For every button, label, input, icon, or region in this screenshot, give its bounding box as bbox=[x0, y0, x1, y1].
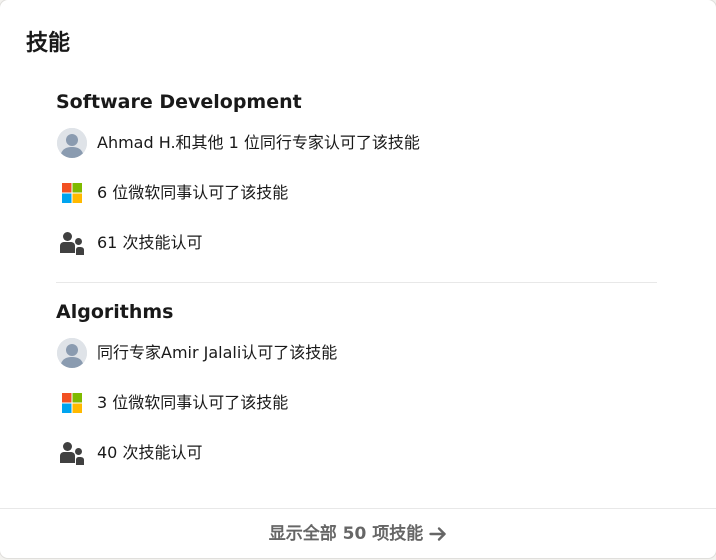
endorsement-text: 40 次技能认可 bbox=[97, 443, 203, 462]
skill-item: Algorithms 同行专家Amir Jalali认可了该技能 3 位微软同事… bbox=[56, 298, 657, 465]
people-icon bbox=[56, 437, 88, 469]
endorsement-peer-row[interactable]: Ahmad H.和其他 1 位同行专家认可了该技能 bbox=[56, 127, 420, 159]
skill-name[interactable]: Software Development bbox=[56, 88, 657, 116]
people-icon bbox=[56, 227, 88, 259]
skill-item: Software Development Ahmad H.和其他 1 位同行专家… bbox=[56, 88, 657, 255]
section-title: 技能 bbox=[26, 31, 71, 56]
endorsement-text: 3 位微软同事认可了该技能 bbox=[97, 393, 289, 412]
endorsement-text: Ahmad H.和其他 1 位同行专家认可了该技能 bbox=[97, 133, 420, 152]
endorsement-text: 61 次技能认可 bbox=[97, 233, 203, 252]
skill-name[interactable]: Algorithms bbox=[56, 298, 657, 326]
endorsement-colleague-row[interactable]: 6 位微软同事认可了该技能 bbox=[56, 177, 288, 209]
avatar-icon bbox=[57, 338, 87, 368]
avatar-icon bbox=[57, 128, 87, 158]
endorsement-count-row[interactable]: 40 次技能认可 bbox=[56, 437, 202, 469]
show-all-skills-button[interactable]: 显示全部 50 项技能 bbox=[0, 508, 716, 558]
arrow-right-icon bbox=[429, 526, 447, 542]
endorser-avatar bbox=[56, 337, 88, 369]
endorsement-count-row[interactable]: 61 次技能认可 bbox=[56, 227, 202, 259]
skill-divider bbox=[56, 282, 657, 283]
endorsement-colleague-row[interactable]: 3 位微软同事认可了该技能 bbox=[56, 387, 288, 419]
show-all-skills-label: 显示全部 50 项技能 bbox=[268, 523, 424, 544]
endorsement-text: 同行专家Amir Jalali认可了该技能 bbox=[97, 343, 338, 362]
microsoft-logo-icon bbox=[56, 387, 88, 419]
microsoft-logo-icon bbox=[56, 177, 88, 209]
endorsement-peer-row[interactable]: 同行专家Amir Jalali认可了该技能 bbox=[56, 337, 337, 369]
endorser-avatar bbox=[56, 127, 88, 159]
endorsement-text: 6 位微软同事认可了该技能 bbox=[97, 183, 289, 202]
skills-card: 技能 Software Development Ahmad H.和其他 1 位同… bbox=[0, 0, 716, 558]
